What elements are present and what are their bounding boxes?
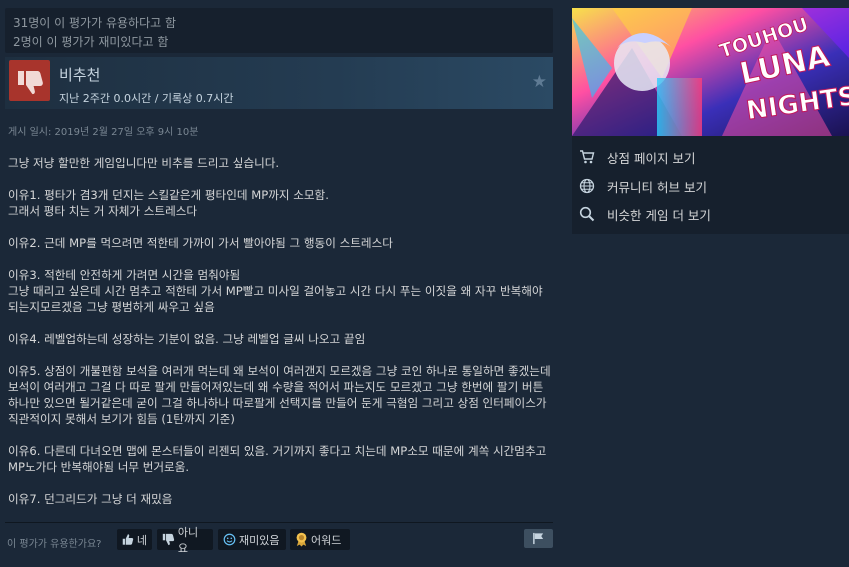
vote-funny-label: 재미있음 xyxy=(239,533,280,547)
thumbs-down-icon xyxy=(162,533,175,546)
report-flag-button[interactable] xyxy=(524,529,553,548)
more-like-this-label: 비슷한 게임 더 보기 xyxy=(607,207,711,223)
review-paragraph: 그냥 저냥 할만한 게임입니다만 비추를 드리고 싶습니다. xyxy=(8,156,280,170)
star-icon[interactable]: ★ xyxy=(532,72,547,92)
thumbs-up-icon xyxy=(122,534,134,545)
vote-row: 이 평가가 유용한가요? 네 아니요 재미있음 어워드 xyxy=(5,526,553,555)
divider xyxy=(5,522,553,523)
game-banner-image[interactable]: TOUHOU LUNA NIGHTS xyxy=(572,8,849,136)
review-paragraph: 이유6. 다른데 다녀오면 맵에 몬스터들이 리젠되 있음. 거기까지 좋다고 … xyxy=(8,444,547,474)
flag-icon xyxy=(533,532,544,545)
review-paragraph: 이유3. 적한테 안전하게 가려면 시간을 멈춰야됨 그냥 때리고 싶은데 시간… xyxy=(8,268,543,314)
vote-no-button[interactable]: 아니요 xyxy=(157,526,213,555)
vote-question: 이 평가가 유용한가요? xyxy=(7,539,102,550)
vote-yes-label: 네 xyxy=(136,533,147,547)
award-button[interactable]: 어워드 xyxy=(290,529,350,550)
recommendation-title: 비추천 xyxy=(59,66,101,84)
review-paragraph: 이유4. 레벨업하는데 성장하는 기분이 없음. 그냥 레벨업 글씨 나오고 끝… xyxy=(8,332,366,346)
game-sidebar: TOUHOU LUNA NIGHTS 상점 페이지 보기 커뮤니티 허브 보기 xyxy=(572,8,849,234)
review-paragraph: 이유7. 던그리드가 그냥 더 재밌음 xyxy=(8,492,173,506)
community-hub-link[interactable]: 커뮤니티 허브 보기 xyxy=(572,172,849,200)
review-paragraph: 이유5. 상점이 개불편함 보석을 여러개 먹는데 왜 보석이 여러갠지 모르겠… xyxy=(8,364,551,426)
vote-funny-button[interactable]: 재미있음 xyxy=(218,529,286,550)
store-page-label: 상점 페이지 보기 xyxy=(607,150,696,166)
award-label: 어워드 xyxy=(311,533,342,547)
search-icon xyxy=(579,206,595,222)
vote-yes-button[interactable]: 네 xyxy=(117,529,152,550)
review-panel: 31명이 이 평가가 유용하다고 함 2명이 이 평가가 재미있다고 함 비추천… xyxy=(0,0,560,567)
helpful-count: 31명이 이 평가가 유용하다고 함 xyxy=(13,16,177,30)
funny-count: 2명이 이 평가가 재미있다고 함 xyxy=(13,35,169,49)
thumbs-down-icon xyxy=(17,70,43,94)
review-paragraph: 이유2. 근데 MP를 먹으려면 적한테 가까이 가서 빨아야됨 그 행동이 스… xyxy=(8,236,393,250)
vote-no-label: 아니요 xyxy=(177,525,199,555)
cart-icon xyxy=(579,149,595,165)
store-page-link[interactable]: 상점 페이지 보기 xyxy=(572,143,849,171)
helpful-summary: 31명이 이 평가가 유용하다고 함 2명이 이 평가가 재미있다고 함 xyxy=(5,8,553,53)
thumbs-down-badge xyxy=(9,60,50,101)
review-body: 그냥 저냥 할만한 게임입니다만 비추를 드리고 싶습니다. 이유1. 평타가 … xyxy=(8,155,553,523)
award-medal-icon xyxy=(296,532,307,547)
review-paragraph: 이유1. 평타가 겸3개 던지는 스킬같은게 평타인데 MP까지 소모함. 그래… xyxy=(8,188,329,218)
recommendation-header: 비추천 지난 2주간 0.0시간 / 기록상 0.7시간 ★ xyxy=(5,57,553,109)
game-key-art: TOUHOU LUNA NIGHTS xyxy=(572,8,849,136)
community-hub-label: 커뮤니티 허브 보기 xyxy=(607,179,707,195)
more-like-this-link[interactable]: 비슷한 게임 더 보기 xyxy=(572,200,849,228)
smiley-icon xyxy=(223,533,236,546)
post-date: 게시 일시: 2019년 2월 27일 오후 9시 10분 xyxy=(8,127,199,138)
globe-icon xyxy=(579,178,595,194)
playtime-hours: 지난 2주간 0.0시간 / 기록상 0.7시간 xyxy=(59,92,234,105)
